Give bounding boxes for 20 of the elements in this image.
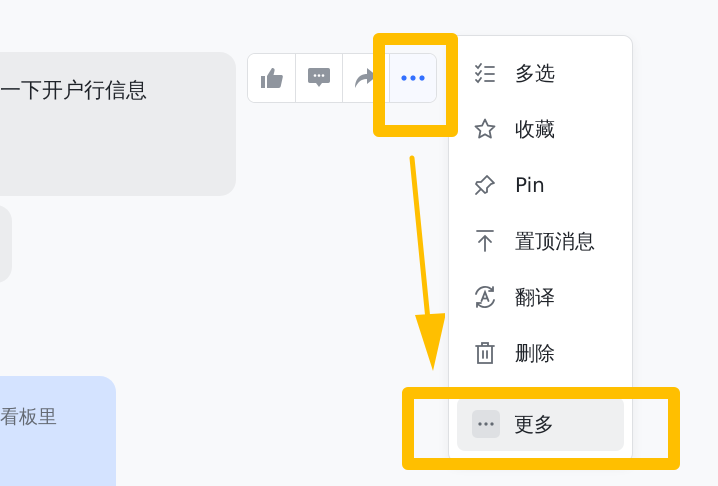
star-icon: [473, 117, 497, 141]
comment-icon: [308, 68, 330, 88]
menu-item[interactable]: 收藏: [457, 101, 624, 157]
checklist-icon: [474, 62, 496, 84]
menu-item[interactable]: 翻译: [457, 269, 624, 325]
trash-icon: [474, 341, 496, 365]
thumbs-up-icon: [260, 68, 282, 88]
more-button[interactable]: [389, 54, 436, 102]
menu-item[interactable]: Pin: [457, 157, 624, 213]
translate-icon: [472, 284, 498, 310]
menu-item[interactable]: 更多: [457, 397, 624, 451]
more-icon: [401, 75, 425, 81]
more-icon: [472, 410, 500, 438]
message-text: 一下开户行信息: [0, 78, 147, 102]
message-text: 看板里: [0, 406, 57, 428]
menu-item[interactable]: 删除: [457, 325, 624, 381]
pin-icon: [473, 173, 497, 197]
arrow-up-icon: [474, 229, 496, 253]
menu-item[interactable]: 置顶消息: [457, 213, 624, 269]
menu-item[interactable]: 多选: [457, 45, 624, 101]
